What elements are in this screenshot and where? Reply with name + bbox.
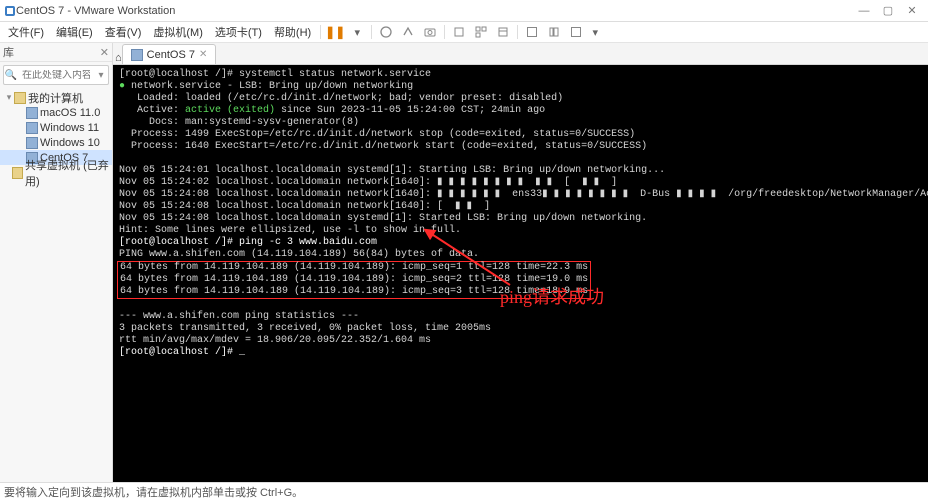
sidebar-search[interactable]: 🔍 ▾ (3, 65, 109, 85)
fullscreen-icon[interactable] (525, 25, 539, 39)
close-button[interactable]: ✕ (900, 4, 924, 17)
snapshot-icon[interactable] (423, 25, 437, 39)
vm-tree: ▾我的计算机macOS 11.0Windows 11Windows 10Cent… (0, 88, 112, 182)
thumb-icon[interactable] (547, 25, 561, 39)
minimize-button[interactable]: — (852, 5, 876, 17)
sidebar-header: 库 ✕ (0, 43, 112, 62)
status-bar: 要将输入定向到该虚拟机，请在虚拟机内部单击或按 Ctrl+G。 (0, 482, 928, 500)
sidebar-title: 库 (3, 44, 14, 60)
ping-highlight-box: 64 bytes from 14.119.104.189 (14.119.104… (117, 261, 591, 299)
menu-help[interactable]: 帮助(H) (268, 22, 317, 42)
tree-item[interactable]: Windows 11 (0, 120, 112, 135)
tab-centos7[interactable]: CentOS 7 ✕ (122, 44, 217, 64)
tab-label: CentOS 7 (147, 49, 195, 61)
vm-icon (131, 49, 143, 61)
view-dropdown-chevron[interactable]: ▾ (591, 25, 599, 39)
view-dropdown-icon[interactable] (569, 25, 583, 39)
unity-icon[interactable] (496, 25, 510, 39)
search-icon: 🔍 (4, 70, 18, 81)
app-icon (4, 5, 16, 17)
power-icon[interactable] (379, 25, 393, 39)
tree-item[interactable]: 共享虚拟机 (已弃用) (0, 165, 112, 180)
manage-icon[interactable] (474, 25, 488, 39)
home-tab-icon[interactable]: ⌂ (115, 52, 122, 64)
status-text: 要将输入定向到该虚拟机，请在虚拟机内部单击或按 Ctrl+G。 (4, 484, 303, 500)
pause-button[interactable]: ❚❚ (328, 25, 342, 39)
menu-toolbar: 文件(F) 编辑(E) 查看(V) 虚拟机(M) 选项卡(T) 帮助(H) ❚❚… (0, 22, 928, 43)
tree-item[interactable]: macOS 11.0 (0, 105, 112, 120)
tab-close-icon[interactable]: ✕ (199, 49, 207, 60)
sidebar-close-icon[interactable]: ✕ (100, 46, 109, 59)
menu-file[interactable]: 文件(F) (2, 22, 50, 42)
tree-item[interactable]: ▾我的计算机 (0, 90, 112, 105)
power-dropdown[interactable]: ▾ (350, 25, 364, 39)
guest-terminal[interactable]: [root@localhost /]# systemctl status net… (113, 65, 928, 483)
revert-icon[interactable] (452, 25, 466, 39)
library-sidebar: 库 ✕ 🔍 ▾ ▾我的计算机macOS 11.0Windows 11Window… (0, 43, 113, 483)
window-title: CentOS 7 - VMware Workstation (16, 5, 852, 17)
content-area: ⌂ CentOS 7 ✕ [root@localhost /]# systemc… (113, 43, 928, 483)
send-cad-icon[interactable] (401, 25, 415, 39)
menu-tabs[interactable]: 选项卡(T) (209, 22, 268, 42)
search-dropdown-icon[interactable]: ▾ (94, 70, 108, 81)
tree-item[interactable]: Windows 10 (0, 135, 112, 150)
menu-vm[interactable]: 虚拟机(M) (147, 22, 209, 42)
menu-view[interactable]: 查看(V) (99, 22, 148, 42)
tab-bar: ⌂ CentOS 7 ✕ (113, 43, 928, 65)
menu-edit[interactable]: 编辑(E) (50, 22, 99, 42)
window-titlebar: CentOS 7 - VMware Workstation — ▢ ✕ (0, 0, 928, 22)
search-input[interactable] (18, 70, 94, 81)
maximize-button[interactable]: ▢ (876, 4, 900, 17)
